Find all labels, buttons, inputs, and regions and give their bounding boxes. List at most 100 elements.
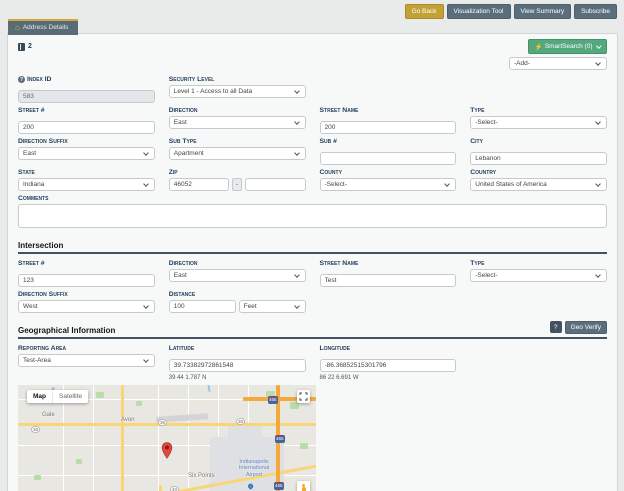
state-field: State Indiana (18, 169, 155, 191)
chevron-down-icon (143, 181, 149, 187)
direction-select[interactable]: East (169, 116, 306, 129)
fullscreen-button[interactable] (297, 390, 310, 403)
latitude-input[interactable] (169, 359, 306, 372)
direction-suffix-label: Direction Suffix (18, 138, 155, 145)
distance-field: Distance Feet (169, 291, 306, 313)
street-name-field: Street Name (320, 107, 457, 134)
state-select[interactable]: Indiana (18, 178, 155, 191)
city-input[interactable] (470, 152, 607, 165)
int-type-select[interactable]: -Select- (470, 269, 607, 282)
reporting-area-select[interactable]: Test-Area (18, 354, 155, 367)
visualization-tool-button[interactable]: Visualization Tool (447, 4, 511, 19)
distance-input[interactable] (169, 300, 236, 313)
state-label: State (18, 169, 155, 176)
geo-help-button[interactable]: ? (550, 321, 562, 333)
country-select[interactable]: United States of America (470, 178, 607, 191)
int-street-name-field: Street Name (320, 260, 457, 287)
latitude-label: Latitude (169, 345, 306, 352)
int-direction-suffix-select[interactable]: West (18, 300, 155, 313)
interstate-shield: 465 (274, 482, 284, 490)
map-canvas[interactable]: 36 36 36 267 40 465 465 465 70 70 Gale A… (18, 385, 316, 491)
interstate-shield: 465 (275, 435, 285, 443)
tab-label: Address Details (23, 24, 69, 31)
street-name-label: Street Name (320, 107, 457, 114)
street-number-label: Street # (18, 107, 155, 114)
sub-type-label: Sub Type (169, 138, 306, 145)
view-summary-button[interactable]: View Summary (514, 4, 572, 19)
int-street-number-input[interactable] (18, 274, 155, 287)
int-direction-label: Direction (169, 260, 306, 267)
chevron-down-icon (143, 303, 149, 309)
map-park (34, 475, 41, 480)
map-button[interactable]: Map (27, 390, 52, 403)
longitude-input[interactable] (320, 359, 457, 372)
int-direction-select[interactable]: East (169, 269, 306, 282)
reporting-area-field: Reporting Area Test-Area (18, 345, 155, 381)
zip-plus4-input[interactable] (245, 178, 305, 191)
sub-number-field: Sub # (320, 138, 457, 165)
distance-unit-select[interactable]: Feet (239, 300, 306, 313)
int-street-number-field: Street # (18, 260, 155, 287)
address-form-grid: ? Index ID Security Level Level 1 - Acce… (18, 76, 607, 233)
street-name-input[interactable] (320, 121, 457, 134)
county-field: County -Select- (320, 169, 457, 191)
smartsearch-button[interactable]: ⚡ SmartSearch (0) (528, 39, 607, 54)
chevron-down-icon (294, 272, 300, 278)
county-select[interactable]: -Select- (320, 178, 457, 191)
record-count-value: 2 (28, 43, 32, 50)
security-level-label: Security Level (169, 76, 306, 83)
geo-verify-button[interactable]: Geo Verify (565, 321, 607, 334)
longitude-dms: 86 22 6.691 W (320, 375, 457, 381)
panel-header-row: 2 ⚡ SmartSearch (0) (18, 39, 607, 54)
geo-title: Geographical Information (18, 326, 115, 335)
go-back-button[interactable]: Go Back (405, 4, 444, 19)
chevron-down-icon (294, 119, 300, 125)
map-label-airport: Indianapolis International Airport (230, 459, 278, 478)
add-select[interactable]: -Add- (509, 57, 607, 70)
sub-number-input[interactable] (320, 152, 457, 165)
quaker-blvd-road (159, 485, 162, 491)
route-36-road (18, 423, 316, 426)
zip-label: Zip (169, 169, 306, 176)
map-stream (207, 385, 210, 392)
location-marker-icon[interactable] (161, 442, 173, 459)
fullscreen-icon (299, 392, 308, 401)
chevron-down-icon (444, 181, 450, 187)
map-label-avon: Avon (121, 417, 135, 423)
intersection-title: Intersection (18, 241, 63, 250)
int-direction-field: Direction East (169, 260, 306, 287)
sub-type-select[interactable]: Apartment (169, 147, 306, 160)
int-street-name-input[interactable] (320, 274, 457, 287)
chevron-down-icon (595, 119, 601, 125)
comments-textarea[interactable] (18, 204, 607, 228)
int-type-field: Type -Select- (470, 260, 607, 287)
record-count: 2 (18, 43, 32, 51)
pegman-control[interactable] (297, 481, 310, 491)
pegman-icon (301, 484, 306, 491)
route-shield: 36 (236, 418, 245, 425)
geo-form-grid: Reporting Area Test-Area Latitude 39 44 … (18, 345, 607, 381)
airport-area (228, 425, 262, 445)
type-label: Type (470, 107, 607, 114)
add-select-value: -Add- (514, 60, 530, 67)
geo-section-header: Geographical Information ? Geo Verify (18, 321, 607, 339)
top-toolbar: Go Back Visualization Tool View Summary … (405, 4, 617, 19)
subscribe-button[interactable]: Subscribe (574, 4, 617, 19)
security-level-select[interactable]: Level 1 - Access to all Data (169, 85, 306, 98)
zip-input[interactable] (169, 178, 229, 191)
chevron-down-icon (294, 88, 300, 94)
street-number-input[interactable] (18, 121, 155, 134)
tab-address-details[interactable]: ⌂ Address Details (8, 19, 78, 35)
route-shield: 36 (31, 426, 40, 433)
int-direction-suffix-field: Direction Suffix West (18, 291, 155, 313)
interstate-shield: 465 (268, 396, 278, 404)
int-street-name-label: Street Name (320, 260, 457, 267)
index-id-field: ? Index ID (18, 76, 155, 103)
help-icon[interactable]: ? (18, 76, 25, 83)
intersection-form-grid: Street # Direction East Street Name Type… (18, 260, 607, 313)
type-select[interactable]: -Select- (470, 116, 607, 129)
satellite-button[interactable]: Satellite (52, 390, 88, 403)
direction-field: Direction East (169, 107, 306, 134)
map-label-gale: Gale (42, 412, 55, 418)
direction-suffix-select[interactable]: East (18, 147, 155, 160)
